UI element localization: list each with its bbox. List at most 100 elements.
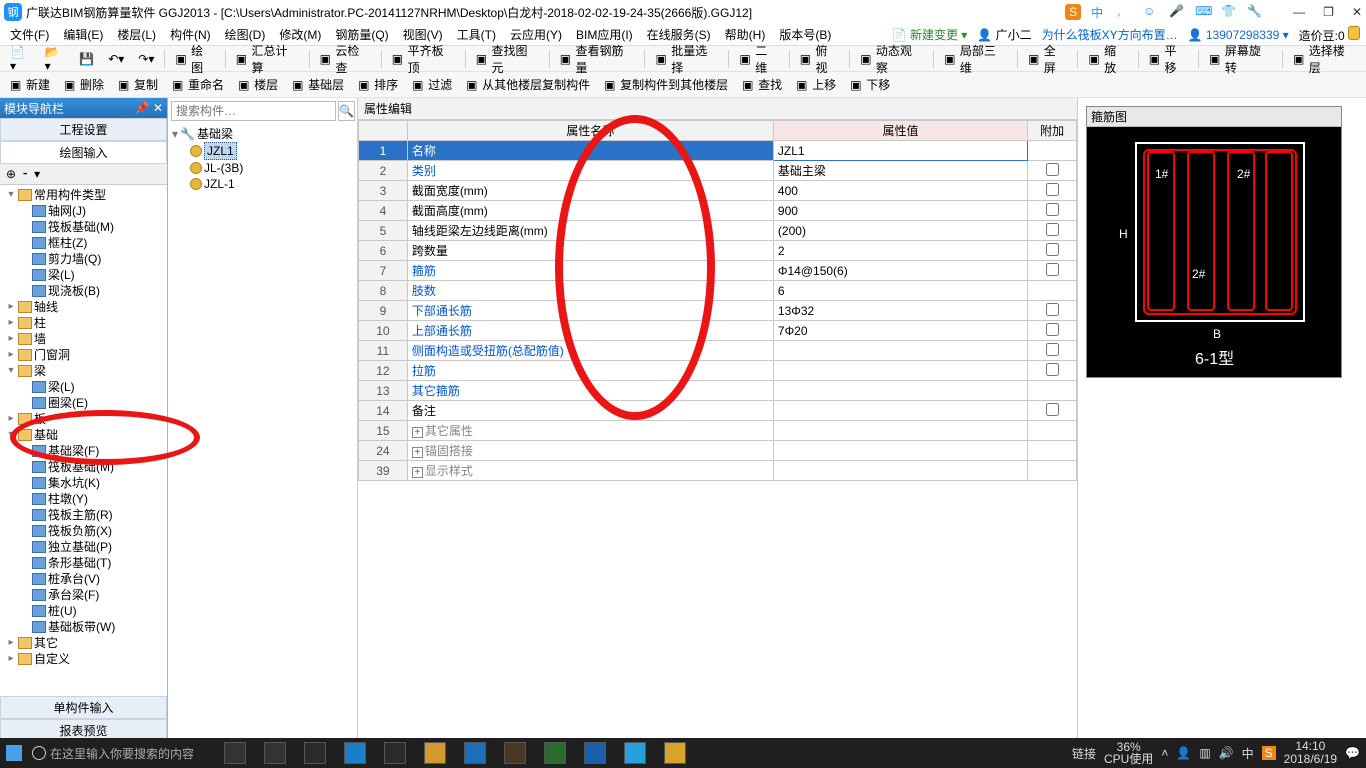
- tree-node[interactable]: ▸自定义: [4, 651, 167, 667]
- comp-toolbar-button[interactable]: ▣排序: [354, 75, 402, 94]
- component-item[interactable]: JZL1: [172, 142, 353, 160]
- property-row[interactable]: 24+锚固搭接: [359, 441, 1077, 461]
- comp-toolbar-button[interactable]: ▣查找: [738, 75, 786, 94]
- tree-leaf[interactable]: 剪力墙(Q): [4, 251, 167, 267]
- attach-checkbox[interactable]: [1046, 303, 1059, 316]
- property-row[interactable]: 7箍筋Φ14@150(6): [359, 261, 1077, 281]
- toolbar-button[interactable]: ▣平齐板顶: [388, 41, 459, 77]
- task-view-icon[interactable]: [224, 742, 246, 764]
- tree-node[interactable]: ▾基础: [4, 427, 167, 443]
- tree-leaf[interactable]: 圈梁(E): [4, 395, 167, 411]
- attach-checkbox[interactable]: [1046, 323, 1059, 336]
- drawing-area[interactable]: 箍筋图 1# 2# 2# H B 6-1型: [1078, 98, 1366, 742]
- pin-icon[interactable]: 📌: [135, 101, 150, 115]
- nav-tool-1[interactable]: ⊕: [6, 167, 16, 181]
- mid-tree-root[interactable]: ▾ 🔧 基础梁: [172, 126, 353, 142]
- property-row[interactable]: 4截面高度(mm)900: [359, 201, 1077, 221]
- tree-node[interactable]: ▸板: [4, 411, 167, 427]
- close-button[interactable]: ✕: [1352, 5, 1362, 19]
- comp-toolbar-button[interactable]: ▣下移: [846, 75, 894, 94]
- toolbar-button[interactable]: ▣汇总计算: [232, 41, 303, 77]
- property-row[interactable]: 13其它箍筋: [359, 381, 1077, 401]
- tab-single-component[interactable]: 单构件输入: [0, 696, 167, 719]
- property-row[interactable]: 1名称JZL1: [359, 141, 1077, 161]
- tree-leaf[interactable]: 独立基础(P): [4, 539, 167, 555]
- tb-new[interactable]: 📄▾: [6, 44, 35, 74]
- folder-icon[interactable]: [424, 742, 446, 764]
- tray-people-icon[interactable]: 👤: [1176, 746, 1191, 760]
- edge-icon[interactable]: [344, 742, 366, 764]
- tree-leaf[interactable]: 轴网(J): [4, 203, 167, 219]
- toolbar-button[interactable]: ▣查找图元: [472, 41, 543, 77]
- app-icon-6[interactable]: [624, 742, 646, 764]
- attach-checkbox[interactable]: [1046, 223, 1059, 236]
- attach-checkbox[interactable]: [1046, 243, 1059, 256]
- ie-icon[interactable]: [464, 742, 486, 764]
- start-button[interactable]: [6, 745, 22, 761]
- tree-leaf[interactable]: 现浇板(B): [4, 283, 167, 299]
- maximize-button[interactable]: ❐: [1323, 5, 1334, 19]
- tree-leaf[interactable]: 筏板负筋(X): [4, 523, 167, 539]
- tray-up-icon[interactable]: ˄: [1161, 746, 1168, 760]
- tree-node[interactable]: ▾梁: [4, 363, 167, 379]
- comp-toolbar-button[interactable]: ▣删除: [60, 75, 108, 94]
- attach-checkbox[interactable]: [1046, 403, 1059, 416]
- toolbar-button[interactable]: ▣绘图: [171, 41, 218, 77]
- toolbar-button[interactable]: ▣屏幕旋转: [1205, 41, 1276, 77]
- comp-toolbar-button[interactable]: ▣从其他楼层复制构件: [462, 75, 594, 94]
- notification-icon[interactable]: 💬: [1345, 746, 1360, 760]
- property-row[interactable]: 15+其它属性: [359, 421, 1077, 441]
- tree-node[interactable]: ▸柱: [4, 315, 167, 331]
- attach-checkbox[interactable]: [1046, 343, 1059, 356]
- tree-leaf[interactable]: 条形基础(T): [4, 555, 167, 571]
- property-row[interactable]: 3截面宽度(mm)400: [359, 181, 1077, 201]
- tb-save[interactable]: 💾: [75, 51, 98, 67]
- app-icon-7[interactable]: [664, 742, 686, 764]
- component-item[interactable]: JZL-1: [172, 176, 353, 192]
- tree-leaf[interactable]: 桩承台(V): [4, 571, 167, 587]
- property-row[interactable]: 12拉筋: [359, 361, 1077, 381]
- comp-toolbar-button[interactable]: ▣重命名: [168, 75, 228, 94]
- property-row[interactable]: 2类别基础主梁: [359, 161, 1077, 181]
- comp-toolbar-button[interactable]: ▣过滤: [408, 75, 456, 94]
- app-icon-2[interactable]: [304, 742, 326, 764]
- property-row[interactable]: 14备注: [359, 401, 1077, 421]
- tb-open[interactable]: 📂▾: [41, 44, 70, 74]
- toolbar-button[interactable]: ▣俯视: [796, 41, 843, 77]
- tray-ime-icon[interactable]: 中: [1242, 745, 1254, 762]
- nav-tool-3[interactable]: ▾: [34, 167, 40, 181]
- comp-toolbar-button[interactable]: ▣复制: [114, 75, 162, 94]
- tab-draw-input[interactable]: 绘图输入: [0, 141, 167, 164]
- menu-item[interactable]: 文件(F): [6, 24, 53, 45]
- toolbar-button[interactable]: ▣二维: [735, 41, 782, 77]
- attach-checkbox[interactable]: [1046, 183, 1059, 196]
- comp-toolbar-button[interactable]: ▣楼层: [234, 75, 282, 94]
- tree-node[interactable]: ▸其它: [4, 635, 167, 651]
- comp-toolbar-button[interactable]: ▣新建: [6, 75, 54, 94]
- toolbar-button[interactable]: ▣云检查: [316, 41, 375, 77]
- toolbar-button[interactable]: ▣动态观察: [856, 41, 927, 77]
- store-icon[interactable]: [384, 742, 406, 764]
- tree-leaf[interactable]: 集水坑(K): [4, 475, 167, 491]
- toolbar-button[interactable]: ▣缩放: [1084, 41, 1131, 77]
- property-row[interactable]: 10上部通长筋7Φ20: [359, 321, 1077, 341]
- tree-leaf[interactable]: 柱墩(Y): [4, 491, 167, 507]
- tree-node[interactable]: ▸门窗洞: [4, 347, 167, 363]
- taskbar-search[interactable]: 在这里输入你要搜索的内容: [32, 745, 194, 762]
- search-input[interactable]: [171, 101, 336, 121]
- attach-checkbox[interactable]: [1046, 203, 1059, 216]
- app-icon-4[interactable]: [544, 742, 566, 764]
- tree-leaf[interactable]: 基础梁(F): [4, 443, 167, 459]
- property-row[interactable]: 8肢数6: [359, 281, 1077, 301]
- tray-sogou-icon[interactable]: S: [1262, 746, 1276, 760]
- tree-leaf[interactable]: 桩(U): [4, 603, 167, 619]
- app-icon-5[interactable]: [584, 742, 606, 764]
- attach-checkbox[interactable]: [1046, 163, 1059, 176]
- toolbar-button[interactable]: ▣全屏: [1024, 41, 1071, 77]
- minimize-button[interactable]: —: [1293, 5, 1305, 19]
- tree-leaf[interactable]: 梁(L): [4, 379, 167, 395]
- tray-vol-icon[interactable]: 🔊: [1219, 746, 1234, 760]
- toolbar-button[interactable]: ▣批量选择: [651, 41, 722, 77]
- tree-node[interactable]: ▸轴线: [4, 299, 167, 315]
- search-button[interactable]: 🔍: [338, 101, 355, 121]
